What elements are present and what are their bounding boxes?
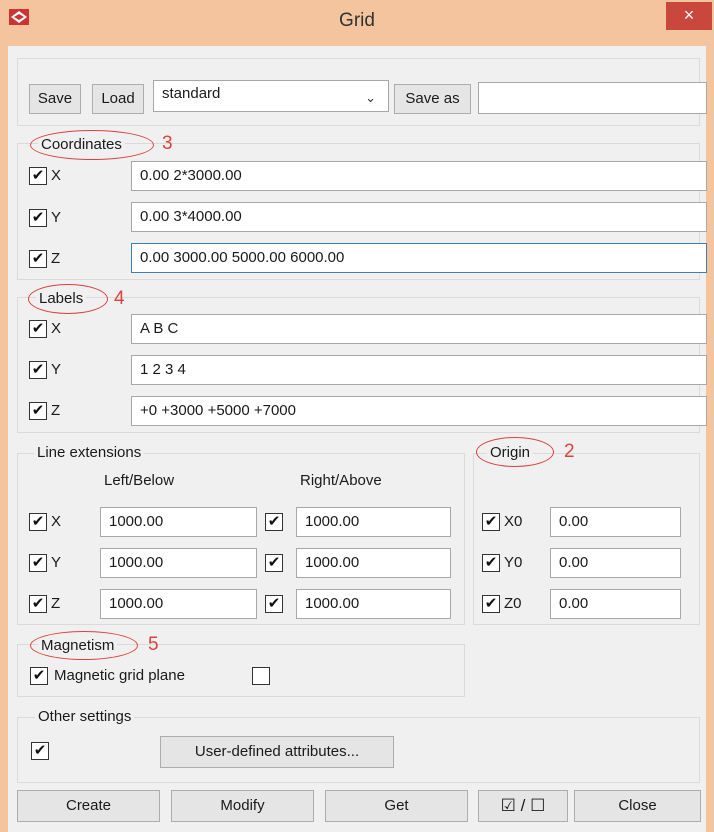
preset-select-value: standard <box>162 85 221 102</box>
user-defined-attributes-button[interactable]: User-defined attributes... <box>160 736 394 768</box>
origin-callout-number: 2 <box>564 441 575 462</box>
save-as-name-input[interactable] <box>478 82 707 114</box>
line-extension-z-checkbox[interactable]: ✔ <box>29 595 47 613</box>
label-z-checkbox[interactable]: ✔ <box>29 402 47 420</box>
line-extension-x-right-input[interactable]: 1000.00 <box>296 507 451 537</box>
get-button[interactable]: Get <box>325 790 468 822</box>
line-extension-y-label: Y <box>51 554 62 571</box>
modify-button[interactable]: Modify <box>171 790 314 822</box>
coordinate-y-checkbox[interactable]: ✔ <box>29 209 47 227</box>
magnetism-callout-number: 5 <box>148 634 159 655</box>
label-z-label: Z <box>51 402 61 419</box>
label-x-checkbox[interactable]: ✔ <box>29 320 47 338</box>
chevron-down-icon: ⌄ <box>365 90 376 105</box>
origin-y0-checkbox[interactable]: ✔ <box>482 554 500 572</box>
line-extension-x-label: X <box>51 513 62 530</box>
line-extension-z-right-input[interactable]: 1000.00 <box>296 589 451 619</box>
origin-z0-input[interactable]: 0.00 <box>550 589 681 619</box>
coordinate-y-input[interactable]: 0.00 3*4000.00 <box>131 202 707 232</box>
label-x-input[interactable]: A B C <box>131 314 707 344</box>
line-extension-z-right-checkbox[interactable]: ✔ <box>265 595 283 613</box>
label-z-input[interactable]: +0 +3000 +5000 +7000 <box>131 396 707 426</box>
toggle-all-checkboxes-button[interactable]: ☑ / ☐ <box>478 790 568 822</box>
origin-x0-label: X0 <box>504 513 523 530</box>
magnetism-extra-checkbox[interactable] <box>252 667 270 685</box>
other-settings-checkbox[interactable]: ✔ <box>31 742 49 760</box>
coordinates-callout-ellipse <box>30 130 154 160</box>
window-title: Grid <box>339 10 375 31</box>
label-y-checkbox[interactable]: ✔ <box>29 361 47 379</box>
line-extension-x-left-input[interactable]: 1000.00 <box>100 507 257 537</box>
close-button[interactable]: Close <box>574 790 701 822</box>
coordinate-x-input[interactable]: 0.00 2*3000.00 <box>131 161 707 191</box>
line-extension-z-label: Z <box>51 595 61 612</box>
save-button[interactable]: Save <box>29 84 81 114</box>
preset-select[interactable]: standard ⌄ <box>153 80 389 112</box>
coordinate-z-input[interactable]: 0.00 3000.00 5000.00 6000.00 <box>131 243 707 273</box>
magnetism-callout-ellipse <box>30 631 138 660</box>
labels-callout-ellipse <box>28 284 108 314</box>
origin-callout-ellipse <box>476 437 554 467</box>
close-window-button[interactable]: × <box>666 2 712 30</box>
line-extension-x-checkbox[interactable]: ✔ <box>29 513 47 531</box>
line-extension-z-left-input[interactable]: 1000.00 <box>100 589 257 619</box>
coordinates-callout-number: 3 <box>162 133 173 154</box>
label-y-input[interactable]: 1 2 3 4 <box>131 355 707 385</box>
coordinate-y-label: Y <box>51 209 62 226</box>
coordinate-z-label: Z <box>51 250 61 267</box>
line-extension-y-right-input[interactable]: 1000.00 <box>296 548 451 578</box>
dialog-body: Save Load standard ⌄ Save as Coordinates… <box>8 46 707 832</box>
label-x-label: X <box>51 320 62 337</box>
coordinate-z-checkbox[interactable]: ✔ <box>29 250 47 268</box>
load-button[interactable]: Load <box>92 84 144 114</box>
coordinate-x-label: X <box>51 167 62 184</box>
line-extension-y-checkbox[interactable]: ✔ <box>29 554 47 572</box>
magnetic-grid-plane-label: Magnetic grid plane <box>54 667 185 684</box>
right-above-header: Right/Above <box>300 472 382 489</box>
origin-z0-checkbox[interactable]: ✔ <box>482 595 500 613</box>
origin-x0-input[interactable]: 0.00 <box>550 507 681 537</box>
other-settings-group-title: Other settings <box>35 708 135 726</box>
origin-y0-label: Y0 <box>504 554 523 571</box>
origin-y0-input[interactable]: 0.00 <box>550 548 681 578</box>
title-bar: Grid × <box>0 0 714 46</box>
left-below-header: Left/Below <box>104 472 175 489</box>
origin-x0-checkbox[interactable]: ✔ <box>482 513 500 531</box>
label-y-label: Y <box>51 361 62 378</box>
line-extension-y-left-input[interactable]: 1000.00 <box>100 548 257 578</box>
labels-callout-number: 4 <box>114 288 125 309</box>
line-extension-y-right-checkbox[interactable]: ✔ <box>265 554 283 572</box>
magnetic-grid-plane-checkbox[interactable]: ✔ <box>30 667 48 685</box>
save-as-button[interactable]: Save as <box>394 84 471 114</box>
line-extension-x-right-checkbox[interactable]: ✔ <box>265 513 283 531</box>
line-extensions-group-title: Line extensions <box>34 444 145 462</box>
origin-z0-label: Z0 <box>504 595 522 612</box>
create-button[interactable]: Create <box>17 790 160 822</box>
coordinate-x-checkbox[interactable]: ✔ <box>29 167 47 185</box>
